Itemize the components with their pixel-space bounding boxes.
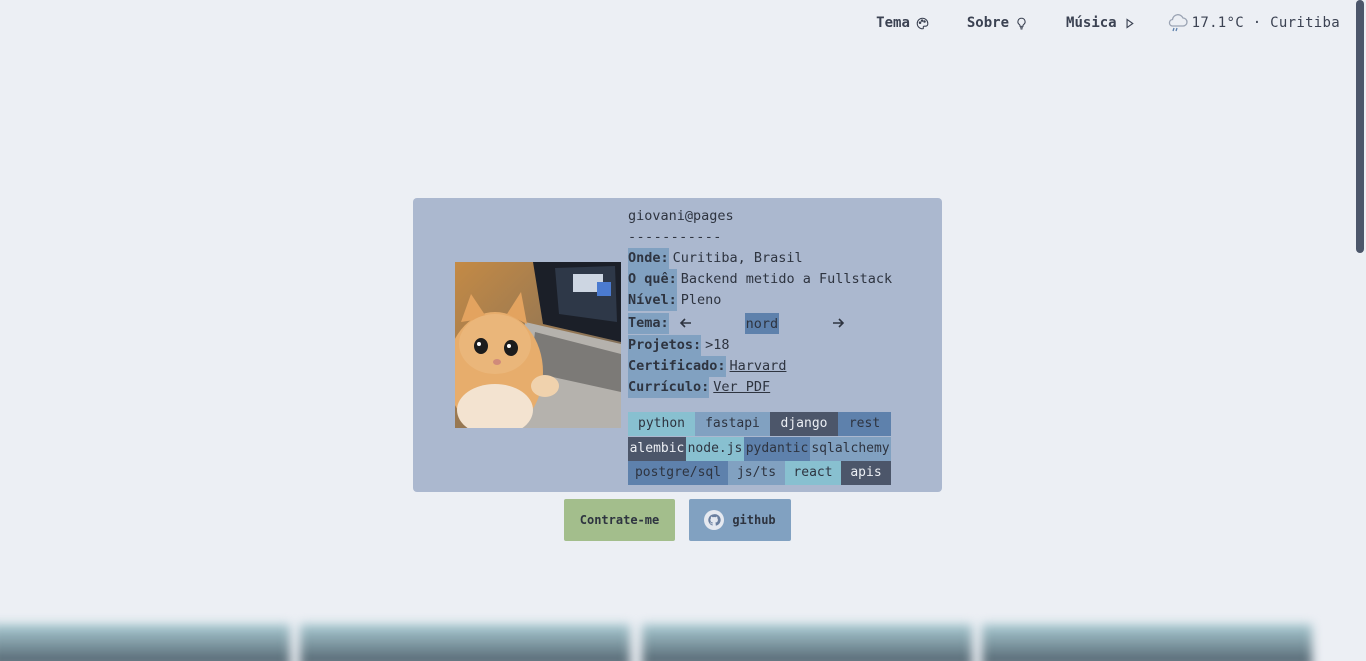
- tag: alembic: [628, 436, 686, 461]
- tag: pydantic: [744, 436, 810, 461]
- tag: fastapi: [695, 412, 770, 436]
- tag: js/ts: [728, 461, 785, 485]
- tag: python: [628, 412, 695, 436]
- preview-strip-4: [982, 624, 1312, 661]
- github-label: github: [732, 513, 776, 527]
- palette-icon: [916, 17, 929, 29]
- skill-tags: python fastapi django rest alembic node.…: [628, 412, 892, 486]
- profile-info: giovani@pages ----------- Onde: Curitiba…: [628, 206, 892, 398]
- theme-selector-value: nord: [744, 312, 780, 334]
- field-cv-label: Currículo:: [628, 377, 710, 398]
- field-level-value: Pleno: [680, 292, 722, 308]
- tag-row: postgre/sql js/ts react apis: [628, 461, 892, 486]
- theme-menu-label: Tema: [876, 15, 910, 31]
- tag: rest: [838, 412, 891, 436]
- tag: sqlalchemy: [810, 436, 891, 461]
- theme-menu-button[interactable]: Tema: [876, 15, 929, 31]
- avatar-cat-photo: [455, 262, 621, 428]
- field-what: O quê: Backend metido a Fullstack: [628, 269, 892, 290]
- field-cv: Currículo: Ver PDF: [628, 377, 892, 398]
- profile-divider: -----------: [628, 229, 722, 245]
- github-button[interactable]: github: [689, 499, 791, 541]
- arrow-left-icon[interactable]: [679, 316, 693, 330]
- rain-cloud-icon: [1168, 14, 1188, 32]
- field-level: Nível: Pleno: [628, 290, 892, 311]
- field-what-label: O quê:: [628, 269, 677, 290]
- github-icon: [704, 510, 725, 530]
- tag: apis: [841, 461, 891, 485]
- field-cert: Certificado: Harvard: [628, 356, 892, 377]
- tag-row: python fastapi django rest: [628, 412, 892, 437]
- about-menu-button[interactable]: Sobre: [967, 15, 1028, 31]
- field-where-value: Curitiba, Brasil: [672, 250, 803, 266]
- arrow-right-icon[interactable]: [831, 316, 845, 330]
- field-projects-value: >18: [705, 337, 730, 353]
- lightbulb-icon: [1017, 17, 1026, 30]
- field-where: Onde: Curitiba, Brasil: [628, 248, 892, 269]
- field-theme-label: Tema:: [628, 312, 669, 334]
- cert-link[interactable]: Harvard: [730, 356, 787, 377]
- tag-row: alembic node.js pydantic sqlalchemy: [628, 436, 892, 462]
- field-cert-label: Certificado:: [628, 356, 726, 377]
- play-icon: [1126, 17, 1134, 29]
- field-level-label: Nível:: [628, 290, 677, 311]
- field-projects: Projetos: >18: [628, 335, 892, 356]
- top-nav: Tema Sobre Música 17.1°C · Curitiba: [0, 0, 1354, 46]
- preview-strip-3: [642, 624, 972, 661]
- page-scrollbar[interactable]: [1354, 0, 1366, 661]
- field-projects-label: Projetos:: [628, 335, 702, 356]
- music-menu-label: Música: [1066, 15, 1117, 31]
- hire-me-button[interactable]: Contrate-me: [564, 499, 675, 541]
- tag: node.js: [686, 436, 744, 461]
- weather-text: 17.1°C · Curitiba: [1191, 15, 1340, 31]
- music-menu-button[interactable]: Música: [1066, 15, 1136, 31]
- weather-widget: 17.1°C · Curitiba: [1166, 13, 1340, 33]
- profile-handle: giovani@pages: [628, 208, 734, 224]
- preview-strip-1: [0, 624, 290, 661]
- scrollbar-thumb[interactable]: [1356, 0, 1364, 253]
- tag: postgre/sql: [628, 461, 728, 485]
- tag: django: [770, 412, 838, 436]
- cv-pdf-link[interactable]: Ver PDF: [713, 377, 770, 398]
- profile-card: giovani@pages ----------- Onde: Curitiba…: [413, 198, 942, 492]
- preview-strip-2: [300, 624, 630, 661]
- about-menu-label: Sobre: [966, 15, 1010, 31]
- field-where-label: Onde:: [628, 248, 669, 269]
- tag: react: [785, 461, 841, 485]
- field-theme: Tema: nord: [628, 311, 892, 335]
- field-what-value: Backend metido a Fullstack: [680, 271, 893, 287]
- hire-me-label: Contrate-me: [579, 513, 660, 527]
